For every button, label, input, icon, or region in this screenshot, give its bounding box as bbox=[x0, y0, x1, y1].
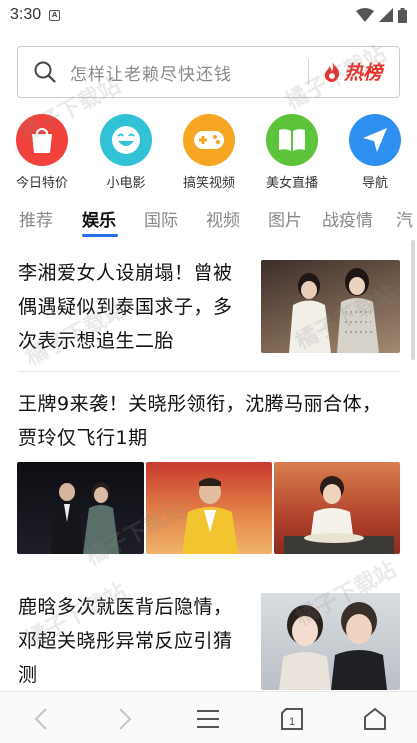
quick-entry-label: 小电影 bbox=[106, 176, 146, 191]
navigation-arrow-icon bbox=[349, 114, 401, 166]
search-placeholder: 怎样让老赖尽快还钱 bbox=[70, 64, 232, 85]
home-button[interactable] bbox=[358, 702, 392, 736]
quick-entry-label: 今日特价 bbox=[15, 176, 68, 191]
tab-entertainment[interactable]: 娱乐 bbox=[82, 206, 116, 231]
quick-entry-label: 美女直播 bbox=[265, 176, 318, 191]
search-divider bbox=[308, 59, 309, 85]
article-thumbnail bbox=[261, 593, 400, 690]
quick-entry-funny-videos[interactable]: 搞笑视频 bbox=[169, 114, 249, 191]
book-icon bbox=[266, 114, 318, 166]
category-tabs: 推荐 娱乐 国际 视频 图片 战疫情 汽 bbox=[0, 200, 417, 240]
article-thumbnail bbox=[274, 462, 400, 554]
shopping-bag-icon bbox=[16, 114, 68, 166]
tab-pictures[interactable]: 图片 bbox=[268, 206, 302, 231]
tabs-count-icon: 1 bbox=[281, 708, 303, 730]
sim-icon: A bbox=[49, 9, 61, 21]
quick-entry-live[interactable]: 美女直播 bbox=[252, 114, 332, 191]
fire-icon bbox=[324, 61, 340, 82]
tabs-button[interactable]: 1 bbox=[275, 702, 309, 736]
quick-entry-row: 今日特价 小电影 搞笑视频 美女直播 导航 bbox=[0, 114, 417, 191]
wifi-icon bbox=[356, 8, 374, 22]
article-divider bbox=[18, 371, 400, 372]
tab-recommend[interactable]: 推荐 bbox=[19, 206, 53, 231]
smiley-face-icon bbox=[100, 114, 152, 166]
svg-text:1: 1 bbox=[289, 716, 295, 728]
chevron-left-icon bbox=[34, 708, 47, 730]
article-card[interactable]: 李湘爱女人设崩塌！曾被 偶遇疑似到泰国求子，多 次表示想追生二胎 bbox=[0, 250, 417, 372]
forward-button[interactable] bbox=[108, 702, 142, 736]
article-title: 王牌9来袭！关晓彤领衔，沈腾马丽合体， 贾玲仅飞行1期 bbox=[18, 393, 382, 449]
hot-list-label: 热榜 bbox=[344, 62, 383, 84]
article-card[interactable]: 王牌9来袭！关晓彤领衔，沈腾马丽合体， 贾玲仅飞行1期 bbox=[0, 385, 417, 560]
search-icon bbox=[34, 61, 56, 83]
active-tab-indicator bbox=[82, 234, 118, 237]
tab-video[interactable]: 视频 bbox=[206, 206, 240, 231]
battery-icon bbox=[398, 7, 407, 23]
tab-auto[interactable]: 汽 bbox=[396, 206, 417, 231]
signal-icon bbox=[379, 8, 393, 22]
back-button[interactable] bbox=[24, 702, 58, 736]
hot-list-button[interactable]: 热榜 bbox=[323, 58, 382, 85]
search-bar[interactable]: 怎样让老赖尽快还钱 热榜 bbox=[17, 46, 400, 98]
feed-scrollbar[interactable] bbox=[411, 240, 415, 360]
gamepad-icon bbox=[183, 114, 235, 166]
quick-entry-label: 搞笑视频 bbox=[182, 176, 235, 191]
article-thumbnail bbox=[261, 260, 400, 353]
quick-entry-navigation[interactable]: 导航 bbox=[335, 114, 415, 191]
article-thumbnail bbox=[146, 462, 272, 554]
article-title: 李湘爱女人设崩塌！曾被 偶遇疑似到泰国求子，多 次表示想追生二胎 bbox=[18, 262, 233, 352]
home-icon bbox=[364, 708, 386, 730]
status-bar: 3:30 A bbox=[0, 0, 417, 30]
article-thumbnail bbox=[17, 462, 144, 554]
status-time: 3:30 bbox=[10, 6, 42, 23]
news-feed[interactable]: 李湘爱女人设崩塌！曾被 偶遇疑似到泰国求子，多 次表示想追生二胎 王牌9来袭！关… bbox=[0, 250, 417, 690]
menu-button[interactable] bbox=[191, 702, 225, 736]
tab-epidemic[interactable]: 战疫情 bbox=[322, 206, 373, 231]
tab-international[interactable]: 国际 bbox=[144, 206, 178, 231]
bottom-toolbar: 1 bbox=[0, 691, 417, 743]
article-title: 鹿晗多次就医背后隐情， 邓超关晓彤异常反应引猜 测 bbox=[18, 596, 233, 686]
quick-entry-deals[interactable]: 今日特价 bbox=[2, 114, 82, 191]
quick-entry-label: 导航 bbox=[361, 176, 388, 191]
chevron-right-icon bbox=[119, 708, 132, 730]
quick-entry-movies[interactable]: 小电影 bbox=[86, 114, 166, 191]
menu-icon bbox=[197, 710, 219, 728]
article-card[interactable]: 鹿晗多次就医背后隐情， 邓超关晓彤异常反应引猜 测 bbox=[0, 588, 417, 690]
